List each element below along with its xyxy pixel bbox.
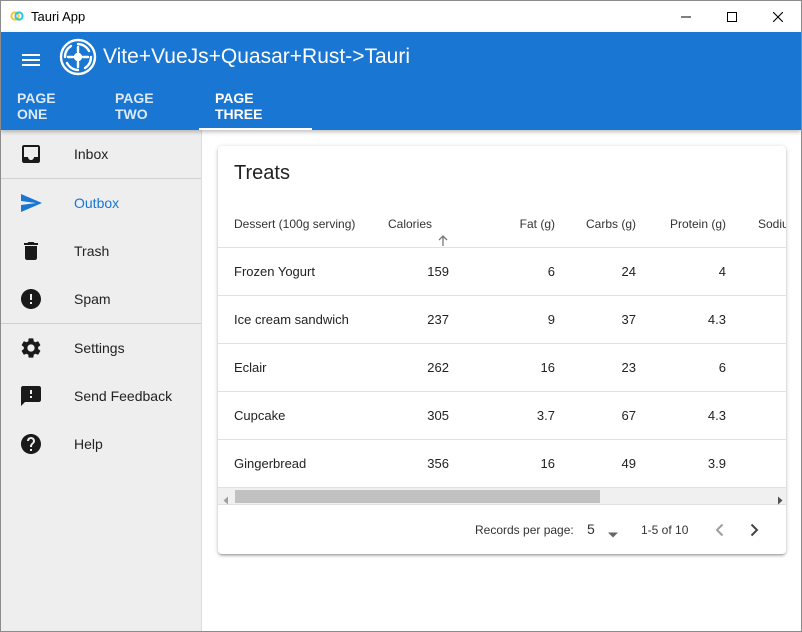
column-header-protein[interactable]: Protein (g) [638, 200, 726, 248]
app-title: Vite+VueJs+Quasar+Rust->Tauri [103, 45, 411, 68]
send-icon [19, 191, 43, 215]
table-row: Ice cream sandwich 237 9 37 4.3 [218, 296, 786, 344]
sort-arrow-up-icon [437, 219, 449, 246]
cell-carbs: 67 [621, 408, 636, 423]
menu-icon[interactable] [19, 48, 43, 72]
sidebar-item-label: Help [74, 436, 103, 452]
minimize-button[interactable] [663, 1, 709, 32]
sidebar-item-send-feedback[interactable]: Send Feedback [1, 372, 201, 420]
cell-fat: 16 [540, 456, 555, 471]
cell-protein: 4.3 [707, 312, 726, 327]
window-titlebar: Tauri App [1, 1, 801, 32]
sidebar-item-help[interactable]: Help [1, 420, 201, 468]
sidebar-item-label: Send Feedback [74, 388, 173, 404]
column-header-sodium[interactable]: Sodiu [758, 200, 786, 248]
cell-dessert: Frozen Yogurt [234, 264, 315, 279]
cell-protein: 4.3 [707, 408, 726, 423]
cell-protein: 3.9 [707, 456, 726, 471]
sidebar-item-label: Outbox [74, 195, 120, 211]
sidebar-item-label: Inbox [74, 146, 109, 162]
horizontal-scrollbar[interactable] [218, 488, 786, 505]
sidebar-item-label: Spam [74, 291, 111, 307]
cell-fat: 3.7 [536, 408, 555, 423]
feedback-icon [19, 384, 43, 408]
cell-calories: 356 [427, 456, 449, 471]
table-title: Treats [234, 162, 290, 184]
window-title: Tauri App [31, 9, 86, 24]
chevron-left-icon[interactable] [710, 520, 730, 540]
cell-fat: 9 [547, 312, 555, 327]
table-header-row: Dessert (100g serving) Calories Fat (g) … [218, 200, 786, 248]
pagination-range: 1-5 of 10 [641, 523, 689, 537]
cell-carbs: 23 [621, 360, 636, 375]
tab-page-two[interactable]: PAGE TWO [99, 81, 199, 130]
column-header-dessert[interactable]: Dessert (100g serving) [234, 200, 355, 248]
cell-calories: 305 [427, 408, 449, 423]
cell-carbs: 49 [621, 456, 636, 471]
help-icon [19, 432, 43, 456]
cell-calories: 262 [427, 360, 449, 375]
sidebar-item-label: Trash [74, 243, 110, 259]
scroll-left-icon[interactable] [222, 492, 230, 505]
records-per-page-select[interactable]: 5 [587, 521, 595, 537]
inbox-icon [19, 142, 43, 166]
cell-dessert: Eclair [234, 360, 267, 375]
column-header-fat[interactable]: Fat (g) [468, 200, 555, 248]
sidebar-item-trash[interactable]: Trash [1, 227, 201, 275]
table-pagination: Records per page: 5 1-5 of 10 [218, 506, 786, 554]
error-icon [19, 287, 43, 311]
column-header-carbs[interactable]: Carbs (g) [558, 200, 636, 248]
cell-dessert: Ice cream sandwich [234, 312, 349, 327]
quasar-logo-icon [59, 38, 97, 76]
column-header-label: Calories [387, 217, 432, 231]
table-row: Eclair 262 16 23 6 [218, 344, 786, 392]
scroll-right-icon[interactable] [776, 492, 784, 505]
chevron-right-icon[interactable] [744, 520, 764, 540]
records-per-page-label: Records per page: [475, 523, 574, 537]
table-row: Gingerbread 356 16 49 3.9 [218, 440, 786, 488]
trash-icon [19, 239, 43, 263]
cell-protein: 4 [718, 264, 726, 279]
page-tabs: PAGE ONE PAGE TWO PAGE THREE [1, 81, 312, 130]
treats-table-card: Treats Dessert (100g serving) Calories F… [218, 146, 786, 554]
cell-dessert: Cupcake [234, 408, 286, 423]
close-button[interactable] [755, 1, 801, 32]
sidebar-item-inbox[interactable]: Inbox [1, 130, 201, 178]
data-table: Dessert (100g serving) Calories Fat (g) … [218, 200, 786, 488]
tab-page-three[interactable]: PAGE THREE [199, 81, 312, 130]
maximize-button[interactable] [709, 1, 755, 32]
scrollbar-thumb[interactable] [235, 490, 600, 503]
sidebar-item-settings[interactable]: Settings [1, 324, 201, 372]
caret-down-icon[interactable] [607, 526, 619, 538]
cell-carbs: 37 [621, 312, 636, 327]
table-row: Cupcake 305 3.7 67 4.3 [218, 392, 786, 440]
sidebar-item-label: Settings [74, 340, 125, 356]
table-row: Frozen Yogurt 159 6 24 4 [218, 248, 786, 296]
column-header-calories[interactable]: Calories [368, 200, 449, 248]
cell-fat: 16 [540, 360, 555, 375]
sidebar-item-spam[interactable]: Spam [1, 275, 201, 323]
nav-drawer: Inbox Outbox Trash Spam Settings Send Fe… [1, 130, 202, 631]
cell-carbs: 24 [621, 264, 636, 279]
cell-protein: 6 [718, 360, 726, 375]
cell-calories: 159 [427, 264, 449, 279]
sidebar-item-outbox[interactable]: Outbox [1, 179, 201, 227]
cell-fat: 6 [547, 264, 555, 279]
tauri-logo-icon [10, 9, 24, 23]
cell-calories: 237 [427, 312, 449, 327]
app-window: Tauri App Vite+VueJs+Quasar+Rust->Tauri … [0, 0, 802, 632]
tab-page-one[interactable]: PAGE ONE [1, 81, 99, 130]
app-header: Vite+VueJs+Quasar+Rust->Tauri PAGE ONE P… [1, 32, 801, 130]
cell-dessert: Gingerbread [234, 456, 307, 471]
gear-icon [19, 336, 43, 360]
